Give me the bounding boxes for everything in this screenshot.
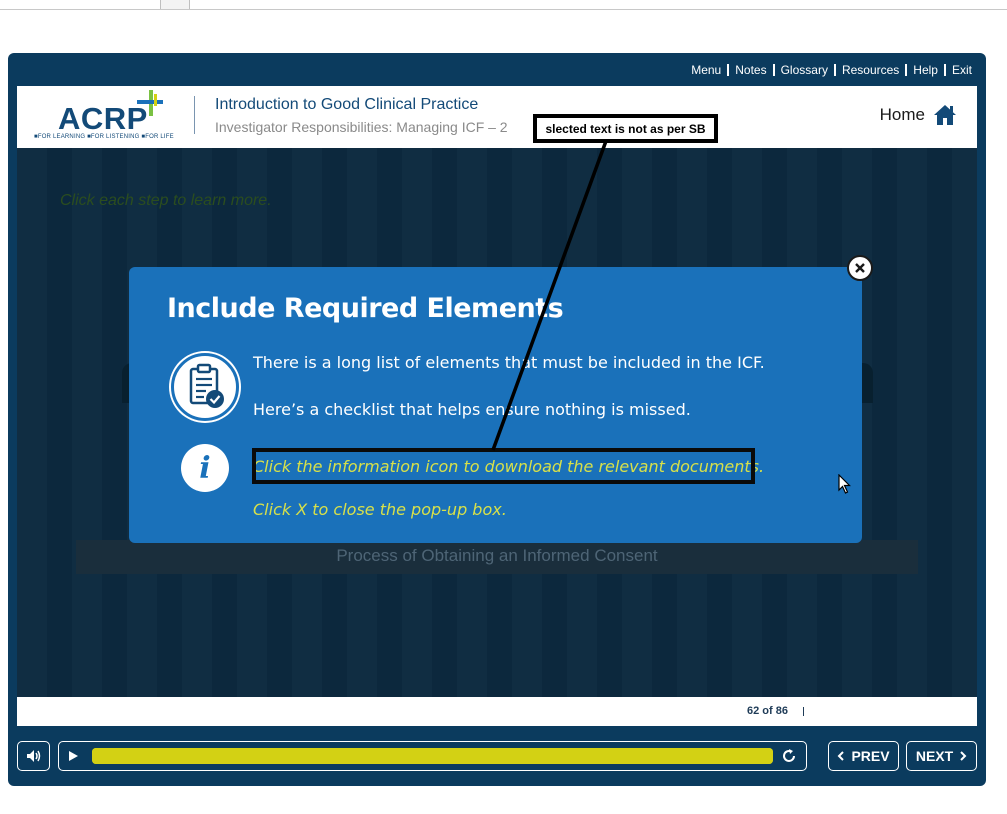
top-navigation: Menu Notes Glossary Resources Help Exit xyxy=(685,62,972,78)
logo-wordmark: ACRP xyxy=(58,101,148,136)
nav-resources[interactable]: Resources xyxy=(836,63,905,77)
replay-icon xyxy=(783,749,795,762)
next-label: NEXT xyxy=(915,748,954,764)
speaker-icon xyxy=(26,750,40,762)
course-subtitle: Investigator Responsibilities: Managing … xyxy=(215,119,508,135)
review-highlight-box xyxy=(252,448,755,484)
header-divider xyxy=(194,96,195,134)
home-button[interactable]: Home xyxy=(880,104,957,126)
home-label: Home xyxy=(879,105,925,124)
next-button[interactable]: NEXT xyxy=(906,741,977,771)
chevron-right-icon xyxy=(960,751,967,761)
popup-title: Include Required Elements xyxy=(167,293,564,324)
acrp-logo: ACRP ■FOR LEARNING ■FOR LISTENING ■FOR L… xyxy=(33,88,175,144)
browser-chrome-strip xyxy=(0,0,1007,10)
nav-notes[interactable]: Notes xyxy=(729,63,772,77)
volume-button[interactable] xyxy=(17,741,50,771)
timeline-panel xyxy=(58,741,807,771)
popup-text-line1: There is a long list of elements that mu… xyxy=(253,353,765,372)
popup-text-line2: Here’s a checklist that helps ensure not… xyxy=(253,400,691,419)
nav-glossary[interactable]: Glossary xyxy=(775,63,834,77)
replay-button[interactable] xyxy=(781,748,797,764)
process-title-bar: Process of Obtaining an Informed Consent xyxy=(76,540,918,574)
close-icon xyxy=(855,263,865,273)
progress-bar[interactable] xyxy=(92,748,773,764)
nav-menu[interactable]: Menu xyxy=(685,63,727,77)
logo-tagline: ■FOR LEARNING ■FOR LISTENING ■FOR LIFE xyxy=(34,134,174,140)
slide-footer: 62 of 86 xyxy=(17,697,977,726)
browser-tab-stub xyxy=(160,0,190,9)
clipboard-check-icon xyxy=(189,363,224,408)
play-button[interactable] xyxy=(65,748,81,764)
course-header: ACRP ■FOR LEARNING ■FOR LISTENING ■FOR L… xyxy=(17,86,977,148)
close-hint: Click X to close the pop-up box. xyxy=(253,500,507,519)
nav-exit[interactable]: Exit xyxy=(946,63,972,77)
mouse-cursor-icon xyxy=(838,474,851,494)
stage-instruction: Click each step to learn more. xyxy=(60,192,272,209)
course-title: Introduction to Good Clinical Practice xyxy=(215,96,479,113)
footer-separator xyxy=(803,707,804,716)
slide-counter: 62 of 86 xyxy=(747,705,788,717)
info-icon[interactable]: i xyxy=(181,444,229,492)
clipboard-check-icon xyxy=(171,353,239,421)
popup-dialog: Include Required Elements There is a lon… xyxy=(129,255,873,543)
prev-label: PREV xyxy=(851,748,890,764)
popup-close-button[interactable] xyxy=(847,255,873,281)
nav-help[interactable]: Help xyxy=(907,63,944,77)
play-icon xyxy=(69,751,78,761)
info-glyph: i xyxy=(199,450,211,486)
prev-button[interactable]: PREV xyxy=(828,741,899,771)
progress-fill xyxy=(92,748,773,764)
review-callout: slected text is not as per SB xyxy=(533,114,718,143)
chevron-left-icon xyxy=(838,751,845,761)
playback-controls: PREV NEXT xyxy=(17,741,977,773)
home-icon xyxy=(934,105,956,125)
